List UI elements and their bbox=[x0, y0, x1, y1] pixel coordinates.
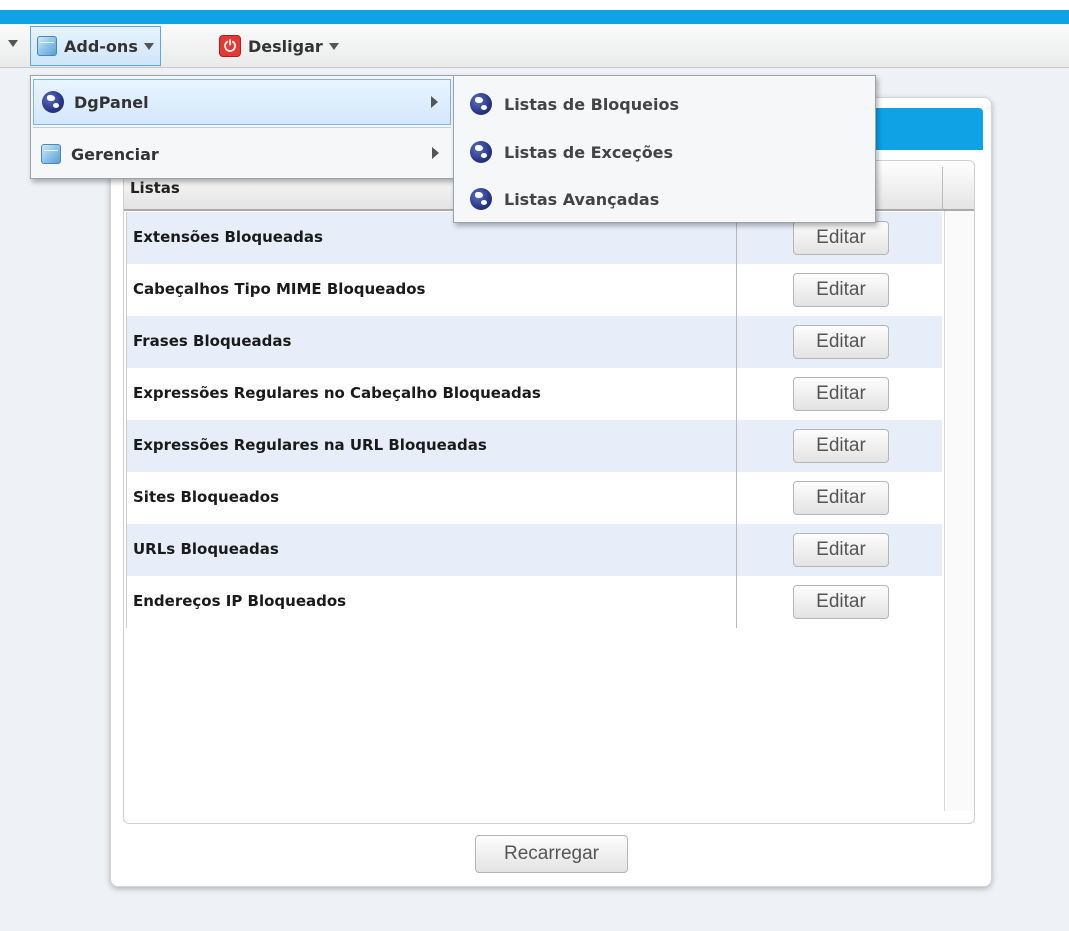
cell-separator bbox=[736, 316, 737, 368]
cell-separator bbox=[736, 524, 737, 576]
table-row[interactable]: Expressões Regulares no Cabeçalho Bloque… bbox=[126, 368, 942, 420]
chevron-down-icon bbox=[328, 42, 339, 50]
lists-grid: Listas Extensões Bloqueadas Editar Cabeçal… bbox=[123, 160, 975, 824]
addons-label: Add-ons bbox=[64, 36, 138, 56]
submenu-arrow-icon bbox=[431, 96, 438, 108]
cell-separator bbox=[736, 420, 737, 472]
column-separator bbox=[942, 167, 943, 211]
submenu-item-listas-de-bloqueios[interactable]: Listas de Bloqueios bbox=[456, 81, 873, 127]
dgpanel-submenu: Listas de Bloqueios Listas de Exceções L… bbox=[453, 75, 876, 223]
cell-separator bbox=[736, 472, 737, 524]
toolbar: Add-ons ⏻ Desligar bbox=[0, 24, 1069, 68]
grid-scrollbar[interactable] bbox=[944, 211, 974, 811]
submenu-item-listas-avancadas[interactable]: Listas Avançadas bbox=[456, 176, 873, 222]
table-row[interactable]: Frases Bloqueadas Editar bbox=[126, 316, 942, 368]
edit-button[interactable]: Editar bbox=[793, 377, 889, 411]
table-row[interactable]: Endereços IP Bloqueados Editar bbox=[126, 576, 942, 628]
menu-divider bbox=[33, 127, 451, 128]
window-top-edge bbox=[0, 0, 1069, 10]
addons-dropdown-menu: DgPanel Gerenciar bbox=[30, 75, 454, 179]
edit-button[interactable]: Editar bbox=[793, 429, 889, 463]
globe-icon bbox=[470, 141, 492, 163]
menu-item-label: DgPanel bbox=[74, 92, 149, 112]
top-accent-bar bbox=[0, 10, 1069, 24]
list-name-cell: Endereços IP Bloqueados bbox=[133, 592, 347, 610]
submenu-item-label: Listas Avançadas bbox=[504, 189, 660, 209]
submenu-item-label: Listas de Bloqueios bbox=[504, 94, 679, 114]
shutdown-menu-button[interactable]: ⏻ Desligar bbox=[213, 26, 345, 66]
cube-icon bbox=[37, 36, 57, 56]
edit-button[interactable]: Editar bbox=[793, 221, 889, 255]
list-name-cell: Expressões Regulares na URL Bloqueadas bbox=[133, 436, 487, 454]
submenu-item-label: Listas de Exceções bbox=[504, 142, 674, 162]
power-icon: ⏻ bbox=[219, 35, 241, 57]
globe-icon bbox=[42, 91, 64, 113]
list-name-cell: Cabeçalhos Tipo MIME Bloqueados bbox=[133, 280, 426, 298]
table-row[interactable]: URLs Bloqueadas Editar bbox=[126, 524, 942, 576]
chevron-down-icon bbox=[143, 42, 154, 50]
shutdown-label: Desligar bbox=[248, 36, 323, 56]
edit-button[interactable]: Editar bbox=[793, 585, 889, 619]
edit-button[interactable]: Editar bbox=[793, 533, 889, 567]
cell-separator bbox=[736, 264, 737, 316]
grid-rows: Extensões Bloqueadas Editar Cabeçalhos Tip… bbox=[126, 212, 942, 628]
submenu-item-listas-de-excecoes[interactable]: Listas de Exceções bbox=[456, 129, 873, 175]
edit-button[interactable]: Editar bbox=[793, 325, 889, 359]
list-name-cell: Expressões Regulares no Cabeçalho Bloque… bbox=[133, 384, 541, 402]
previous-menu-dropdown-icon[interactable] bbox=[8, 40, 18, 47]
edit-button[interactable]: Editar bbox=[793, 481, 889, 515]
cell-separator bbox=[736, 576, 737, 628]
list-name-cell: Sites Bloqueados bbox=[133, 488, 280, 506]
submenu-arrow-icon bbox=[432, 147, 439, 159]
edit-button[interactable]: Editar bbox=[793, 273, 889, 307]
globe-icon bbox=[470, 93, 492, 115]
column-header-listas[interactable]: Listas bbox=[130, 179, 180, 197]
menu-item-dgpanel[interactable]: DgPanel bbox=[33, 79, 451, 125]
list-name-cell: Frases Bloqueadas bbox=[133, 332, 292, 350]
table-row[interactable]: Cabeçalhos Tipo MIME Bloqueados Editar bbox=[126, 264, 942, 316]
cube-icon bbox=[41, 144, 61, 164]
list-name-cell: Extensões Bloqueadas bbox=[133, 228, 323, 246]
table-row[interactable]: Expressões Regulares na URL Bloqueadas Ed… bbox=[126, 420, 942, 472]
menu-item-gerenciar[interactable]: Gerenciar bbox=[33, 131, 451, 177]
addons-menu-button[interactable]: Add-ons bbox=[30, 26, 161, 66]
table-row[interactable]: Sites Bloqueados Editar bbox=[126, 472, 942, 524]
list-name-cell: URLs Bloqueadas bbox=[133, 540, 279, 558]
globe-icon bbox=[470, 188, 492, 210]
menu-item-label: Gerenciar bbox=[71, 144, 159, 164]
cell-separator bbox=[736, 368, 737, 420]
reload-button[interactable]: Recarregar bbox=[475, 835, 628, 873]
